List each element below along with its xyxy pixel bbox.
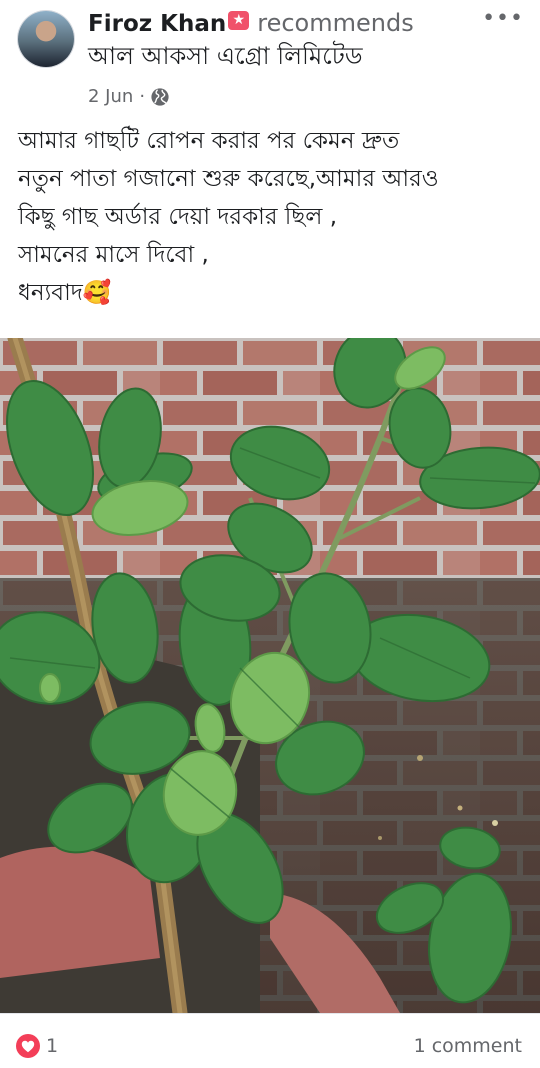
- globe-icon: [151, 87, 169, 106]
- plant-photo-image: [0, 338, 540, 1013]
- author-name[interactable]: Firoz Khan: [88, 11, 226, 37]
- post-text-line: আমার গাছটি রোপন করার পর কেমন দ্রুত: [18, 128, 400, 154]
- reaction-summary[interactable]: 1: [16, 1034, 58, 1058]
- recommends-label: recommends: [257, 9, 414, 37]
- heart-icon: [16, 1034, 40, 1058]
- post-footer: 1 1 comment: [0, 1013, 540, 1068]
- recommend-star-icon: [228, 11, 250, 30]
- post-date[interactable]: 2 Jun: [88, 86, 133, 107]
- more-options-icon[interactable]: •••: [482, 6, 524, 31]
- post-text-line: সামনের মাসে দিবো ,: [18, 242, 209, 268]
- author-line: Firoz Khan recommends: [88, 9, 414, 37]
- author-avatar[interactable]: [18, 11, 74, 67]
- comment-count-link[interactable]: 1 comment: [414, 1035, 522, 1057]
- meta-separator: ·: [139, 86, 146, 107]
- page-name[interactable]: আল আকসা এগ্রো লিমিটেড: [88, 38, 363, 78]
- post-text-line: কিছু গাছ অর্ডার দেয়া দরকার ছিল ,: [18, 204, 338, 230]
- reaction-count: 1: [46, 1035, 59, 1057]
- post-text-line: ধন্যবাদ🥰: [18, 280, 112, 306]
- post-text-line: নতুন পাতা গজানো শুরু করেছে,আমার আরও: [18, 166, 439, 192]
- post-header: Firoz Khan recommends আল আকসা এগ্রো লিমিট…: [0, 0, 540, 120]
- post-text: আমার গাছটি রোপন করার পর কেমন দ্রুত নতুন …: [18, 122, 533, 312]
- post-photo[interactable]: [0, 338, 540, 1013]
- post-meta: 2 Jun ·: [88, 86, 169, 107]
